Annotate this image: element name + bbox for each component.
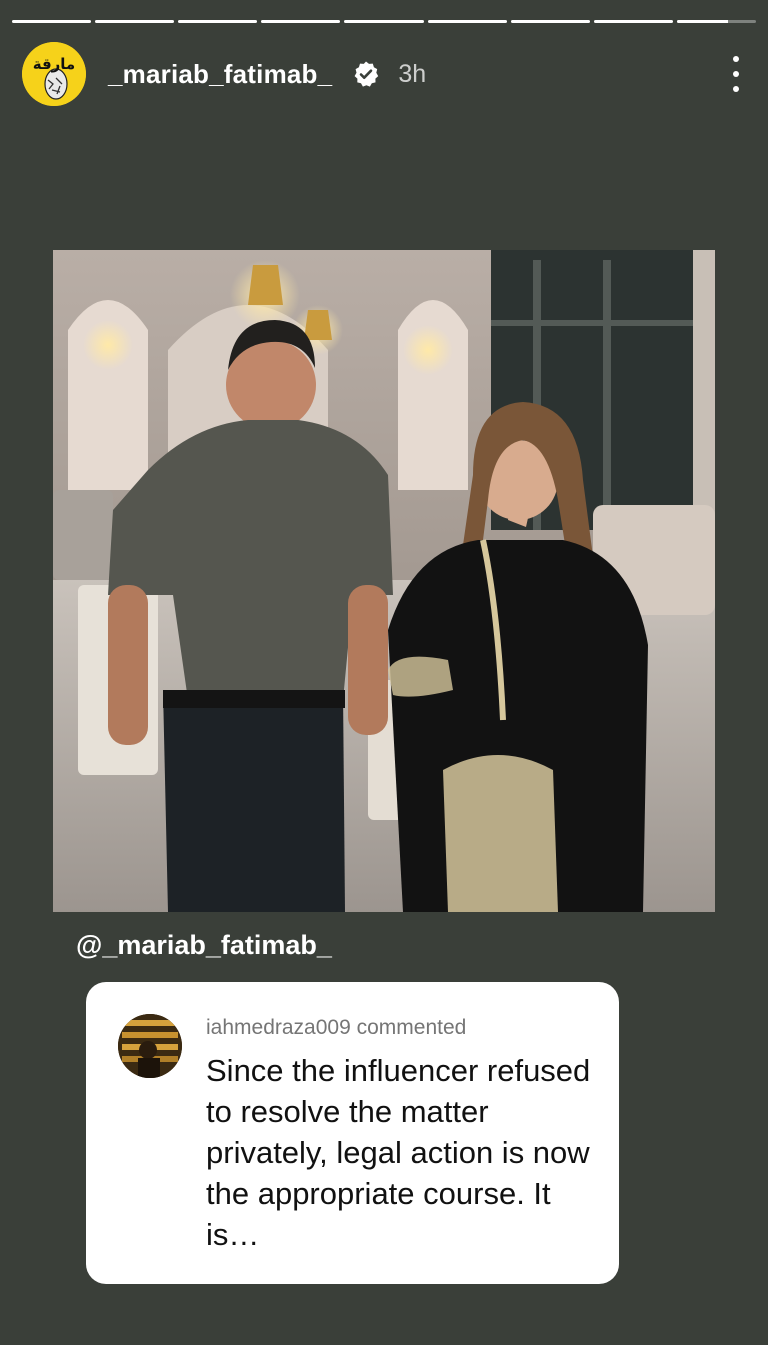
avatar-logo: مارقة bbox=[22, 42, 86, 106]
story-progress-segment bbox=[261, 20, 341, 23]
more-options-icon[interactable] bbox=[726, 56, 746, 92]
post-author-mention[interactable]: @_mariab_fatimab_ bbox=[76, 930, 332, 961]
story-header: مارقة _mariab_fatimab_ 3h bbox=[22, 42, 746, 106]
story-progress-bar bbox=[12, 20, 756, 24]
story-progress-segment bbox=[95, 20, 175, 23]
story-username[interactable]: _mariab_fatimab_ bbox=[108, 59, 332, 90]
story-timestamp: 3h bbox=[398, 59, 427, 88]
story-progress-segment bbox=[12, 20, 92, 23]
profile-avatar[interactable]: مارقة bbox=[22, 42, 86, 106]
commenter-username: iahmedraza009 commented bbox=[206, 1016, 467, 1039]
comment-sticker[interactable]: iahmedraza009 commented Since the influe… bbox=[86, 982, 619, 1284]
story-progress-segment bbox=[344, 20, 424, 23]
verified-badge-icon bbox=[352, 60, 380, 88]
story-progress-segment bbox=[427, 20, 507, 23]
shared-post-image[interactable] bbox=[53, 250, 715, 912]
comment-text: Since the influencer refused to resolve … bbox=[206, 1053, 591, 1252]
story-progress-segment bbox=[676, 20, 756, 23]
story-progress-segment bbox=[510, 20, 590, 23]
commenter-avatar[interactable] bbox=[118, 1014, 182, 1078]
story-progress-segment bbox=[178, 20, 258, 23]
story-progress-segment bbox=[593, 20, 673, 23]
svg-text:مارقة: مارقة bbox=[33, 55, 75, 73]
